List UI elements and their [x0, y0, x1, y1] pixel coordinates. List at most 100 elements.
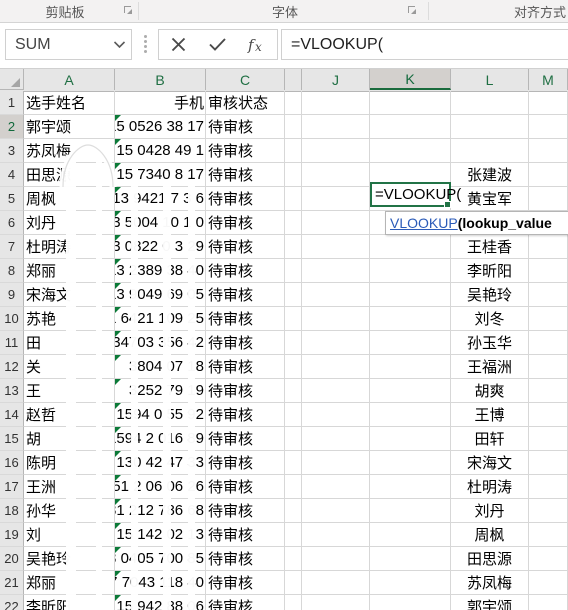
row-header-19[interactable]: 19 [0, 523, 24, 547]
cell-j3[interactable] [302, 139, 370, 163]
spreadsheet-grid[interactable]: ABCJKLM 1 2 3 4 5 6 7 8 9 10 11 12 13 14 15 16 17 18 19 20 2… [0, 69, 568, 610]
cell-hidden6[interactable] [285, 211, 302, 235]
cell-k9[interactable] [370, 283, 451, 307]
cell-l5[interactable]: 黄宝军 [451, 187, 529, 211]
cell-hidden8[interactable] [285, 259, 302, 283]
formula-input[interactable]: =VLOOKUP( [281, 29, 568, 60]
cell-m2[interactable] [529, 115, 568, 139]
cell-c2[interactable]: 待审核 [206, 115, 285, 139]
cell-hidden9[interactable] [285, 283, 302, 307]
cell-m13[interactable] [529, 379, 568, 403]
cell-a16[interactable]: 陈明 [24, 451, 115, 475]
column-header-j[interactable]: J [302, 69, 370, 90]
cell-c16[interactable]: 待审核 [206, 451, 285, 475]
row-header-16[interactable]: 16 [0, 451, 24, 475]
cell-k8[interactable] [370, 259, 451, 283]
cell-b5[interactable]: 13 9421 7 3 6 [115, 187, 206, 211]
cell-m16[interactable] [529, 451, 568, 475]
cell-j14[interactable] [302, 403, 370, 427]
cell-j16[interactable] [302, 451, 370, 475]
cell-j7[interactable] [302, 235, 370, 259]
font-dialog-launcher-icon[interactable] [407, 5, 418, 16]
cell-b7[interactable]: 13 0822 0 3 29 [115, 235, 206, 259]
cell-c9[interactable]: 待审核 [206, 283, 285, 307]
cell-k15[interactable] [370, 427, 451, 451]
cell-l19[interactable]: 周枫 [451, 523, 529, 547]
cell-l16[interactable]: 宋海文 [451, 451, 529, 475]
cell-b8[interactable]: 13 2389 38 40 [115, 259, 206, 283]
cell-l9[interactable]: 吴艳玲 [451, 283, 529, 307]
cell-a14[interactable]: 赵哲 [24, 403, 115, 427]
chevron-down-icon[interactable] [107, 41, 131, 48]
cell-hidden16[interactable] [285, 451, 302, 475]
cell-c12[interactable]: 待审核 [206, 355, 285, 379]
cell-hidden11[interactable] [285, 331, 302, 355]
cell-c17[interactable]: 待审核 [206, 475, 285, 499]
cell-m17[interactable] [529, 475, 568, 499]
row-header-4[interactable]: 4 [0, 163, 24, 187]
cell-j1[interactable] [302, 91, 370, 115]
cell-j13[interactable] [302, 379, 370, 403]
cell-hidden14[interactable] [285, 403, 302, 427]
cell-m8[interactable] [529, 259, 568, 283]
cell-k18[interactable] [370, 499, 451, 523]
cell-c20[interactable]: 待审核 [206, 547, 285, 571]
cell-l13[interactable]: 胡爽 [451, 379, 529, 403]
cell-j10[interactable] [302, 307, 370, 331]
cell-l7[interactable]: 王桂香 [451, 235, 529, 259]
cell-hidden19[interactable] [285, 523, 302, 547]
cell-c21[interactable]: 待审核 [206, 571, 285, 595]
cell-k14[interactable] [370, 403, 451, 427]
cell-a5[interactable]: 周枫 [24, 187, 115, 211]
cell-hidden7[interactable] [285, 235, 302, 259]
cell-hidden18[interactable] [285, 499, 302, 523]
cell-b11[interactable]: 1 34703 356 42 [115, 331, 206, 355]
cell-l2[interactable] [451, 115, 529, 139]
fill-handle[interactable] [444, 201, 451, 208]
cell-k16[interactable] [370, 451, 451, 475]
cell-b3[interactable]: 15 0428 49 1 [115, 139, 206, 163]
cell-m10[interactable] [529, 307, 568, 331]
cell-hidden17[interactable] [285, 475, 302, 499]
cell-k11[interactable] [370, 331, 451, 355]
row-header-12[interactable]: 12 [0, 355, 24, 379]
cell-b17[interactable]: 151 2 06 06 26 [115, 475, 206, 499]
cell-l11[interactable]: 孙玉华 [451, 331, 529, 355]
cell-a3[interactable]: 苏凤梅 [24, 139, 115, 163]
cell-a20[interactable]: 吴艳玲 [24, 547, 115, 571]
insert-function-fx-icon[interactable]: f x [237, 31, 276, 58]
cell-k20[interactable] [370, 547, 451, 571]
cell-b15[interactable]: 1594 2 016 89 [115, 427, 206, 451]
cell-m21[interactable] [529, 571, 568, 595]
cell-k7[interactable] [370, 235, 451, 259]
cell-b14[interactable]: 1594 0 55 92 [115, 403, 206, 427]
cell-hidden20[interactable] [285, 547, 302, 571]
cell-j20[interactable] [302, 547, 370, 571]
cell-j6[interactable] [302, 211, 370, 235]
column-header-k[interactable]: K [370, 69, 451, 90]
cell-a12[interactable]: 关 [24, 355, 115, 379]
cell-m12[interactable] [529, 355, 568, 379]
cell-hidden4[interactable] [285, 163, 302, 187]
row-header-21[interactable]: 21 [0, 571, 24, 595]
row-header-14[interactable]: 14 [0, 403, 24, 427]
cell-b12[interactable]: 3804 07 18 [115, 355, 206, 379]
cell-k21[interactable] [370, 571, 451, 595]
cell-k2[interactable] [370, 115, 451, 139]
cell-c3[interactable]: 待审核 [206, 139, 285, 163]
cell-l10[interactable]: 刘冬 [451, 307, 529, 331]
cell-m1[interactable] [529, 91, 568, 115]
cell-m5[interactable] [529, 187, 568, 211]
cell-j4[interactable] [302, 163, 370, 187]
name-box[interactable]: SUM [5, 29, 132, 60]
row-header-8[interactable]: 8 [0, 259, 24, 283]
row-header-15[interactable]: 15 [0, 427, 24, 451]
cell-a4[interactable]: 田思源 [24, 163, 115, 187]
cell-l14[interactable]: 王博 [451, 403, 529, 427]
cell-hidden21[interactable] [285, 571, 302, 595]
cancel-x-icon[interactable] [159, 31, 198, 58]
cell-j8[interactable] [302, 259, 370, 283]
cell-b18[interactable]: 181 212 786 68 [115, 499, 206, 523]
cell-b20[interactable]: 18 0405 700 85 [115, 547, 206, 571]
row-header-7[interactable]: 7 [0, 235, 24, 259]
